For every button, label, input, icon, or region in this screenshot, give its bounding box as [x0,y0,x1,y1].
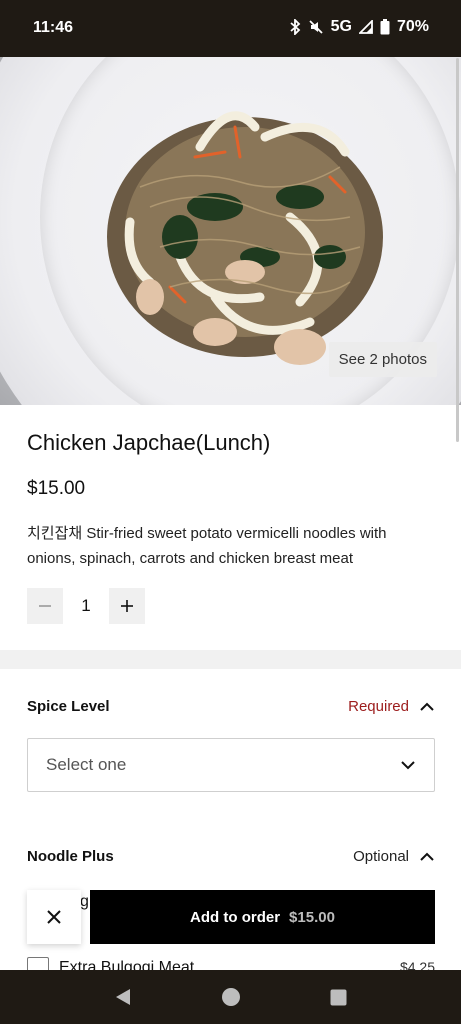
quantity-value: 1 [81,596,91,615]
minus-icon [39,605,51,607]
spice-level-select[interactable]: Select one [27,738,435,792]
home-icon[interactable] [221,987,241,1007]
add-to-order-amount: $15.00 [289,908,335,926]
chevron-up-icon[interactable] [419,702,435,712]
back-icon[interactable] [114,988,132,1006]
recents-icon[interactable] [330,989,347,1006]
mute-icon [308,19,324,35]
spice-level-label: Spice Level [27,698,110,715]
quantity-stepper: 1 [27,588,145,624]
decrement-button[interactable] [27,588,63,624]
partial-option-text: g [80,893,89,910]
see-photos-button[interactable]: See 2 photos [328,342,437,377]
noodle-plus-header[interactable]: Noodle Plus Optional [27,848,435,865]
status-bar: 11:46 5G 70% [0,0,461,57]
increment-button[interactable] [109,588,145,624]
noodle-plus-label: Noodle Plus [27,848,114,865]
status-icons: 5G 70% [289,18,429,36]
battery-percent: 70% [396,18,429,35]
bluetooth-icon [289,19,301,35]
required-badge: Required [348,698,409,715]
optional-badge: Optional [353,848,409,865]
signal-icon [358,20,373,34]
system-nav-bar [0,970,461,1024]
item-title: Chicken Japchae(Lunch) [27,430,271,455]
chevron-up-icon[interactable] [419,852,435,862]
plus-icon [121,600,133,612]
select-placeholder: Select one [46,755,127,774]
spice-level-header[interactable]: Spice Level Required [27,698,435,715]
network-label: 5G [330,18,352,35]
close-button[interactable] [27,890,81,944]
item-photo[interactable]: See 2 photos [0,57,461,405]
scroll-indicator [456,58,459,442]
item-description: 치킨잡채 Stir-fried sweet potato vermicelli … [27,525,387,567]
add-to-order-label: Add to order [190,908,281,926]
item-price: $15.00 [27,478,86,499]
close-icon [47,910,61,924]
battery-icon [380,19,390,35]
status-time: 11:46 [33,19,74,36]
chevron-down-icon [401,761,415,770]
section-divider [0,650,461,669]
add-to-order-button[interactable]: Add to order $15.00 [90,890,435,944]
